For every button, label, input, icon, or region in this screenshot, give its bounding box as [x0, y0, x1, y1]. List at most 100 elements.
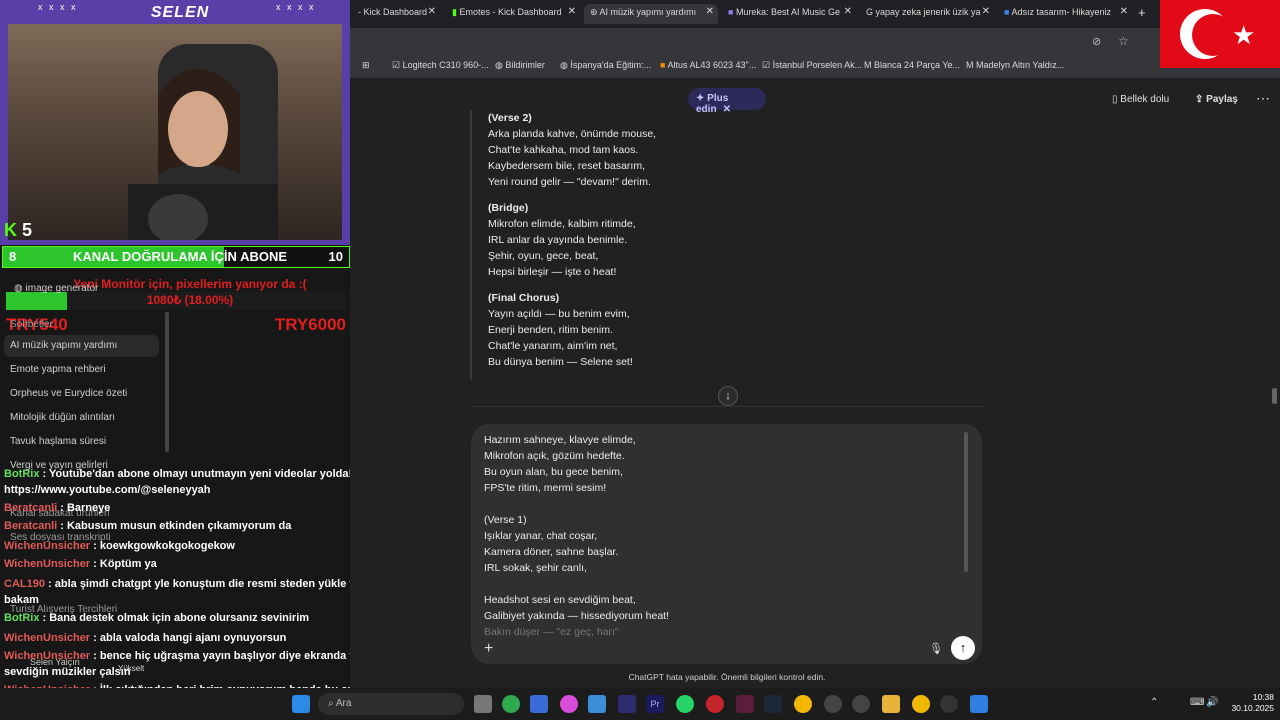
bookmark-spain[interactable]: ◍ İspanya'da Eğitim:... [560, 60, 651, 71]
close-icon[interactable]: ✕ [1120, 6, 1128, 17]
message-composer[interactable]: Hazırım sahneye, klavye elimde, Mikrofon … [471, 424, 982, 664]
flag-crescent-inner [1192, 14, 1234, 56]
chat-username[interactable]: Beratcanli [4, 520, 57, 532]
tab-emotes[interactable]: ▮ Emotes - Kick Dashboard ✕ [446, 4, 580, 24]
photos-icon[interactable] [588, 695, 606, 713]
new-tab-button[interactable]: + [1138, 5, 1146, 20]
eye-off-icon[interactable]: ⊘ [1092, 35, 1101, 48]
tab-ai-music[interactable]: ⊛ AI müzik yapımı yardımı ✕ [584, 4, 718, 24]
chat-username[interactable]: WichenUnsicher [4, 650, 90, 662]
app-dark-icon[interactable] [736, 695, 754, 713]
more-options-icon[interactable]: ⋯ [1256, 90, 1270, 107]
sidebar-section-chats: Sohbetler [10, 319, 53, 330]
star-icon[interactable]: ☆ [1118, 34, 1129, 48]
chat-username[interactable]: CAL190 [4, 578, 45, 590]
composer-line: Hazırım sahneye, klavye elimde, [484, 434, 636, 446]
chat-username[interactable]: BotRix [4, 468, 39, 480]
chat-username[interactable]: WichenUnsicher [4, 540, 90, 552]
composer-line: Kamera döner, sahne başlar. [484, 546, 619, 558]
check-icon: ☑ [392, 60, 403, 70]
share-button[interactable]: ⇪ Paylaş [1195, 94, 1238, 105]
chat-username[interactable]: WichenUnsicher [4, 632, 90, 644]
sidebar-item-ai-music[interactable]: AI müzik yapımı yardımı [4, 335, 159, 357]
donation-goal-end: TRY6000 [274, 315, 346, 334]
sidebar-scrollbar[interactable] [165, 312, 169, 452]
apps-icon[interactable]: ⊞ [362, 60, 370, 71]
chrome-profile-icon[interactable] [912, 695, 930, 713]
chat-username[interactable]: BotRix [4, 612, 39, 624]
memory-status[interactable]: ▯ Bellek dolu [1112, 94, 1169, 105]
task-view-icon[interactable] [474, 695, 492, 713]
taskbar-search[interactable]: ⌕ Ara [318, 693, 464, 715]
github-icon[interactable] [940, 695, 958, 713]
kick-viewer-count: K 5 [4, 220, 32, 241]
capture-icon[interactable] [618, 695, 636, 713]
chrome-icon[interactable] [794, 695, 812, 713]
bookmark-label: Altus AL43 6023 43"... [667, 60, 757, 70]
tab-kick-dashboard[interactable]: - Kick Dashboard ✕ [352, 4, 440, 24]
mic-icon[interactable]: 🎙 [929, 642, 943, 655]
composer-line: (Verse 1) [484, 514, 527, 526]
send-button[interactable]: ↑ [951, 636, 975, 660]
settings-icon[interactable] [852, 695, 870, 713]
chat-separator: : [39, 468, 50, 480]
windows-start-icon[interactable] [292, 695, 310, 713]
tab-canva[interactable]: ■ Adsız tasarım- Hikayeniz ✕ [998, 4, 1132, 24]
calculator-icon[interactable] [530, 695, 548, 713]
sidebar-item-mythology[interactable]: Mitolojik düğün alıntıları [4, 407, 159, 429]
plus-upgrade-pill[interactable]: ✦ Plus edin ✕ [688, 88, 766, 115]
bookmark-porselen[interactable]: ☑ İstanbul Porselen Ak... [762, 60, 862, 71]
app-icon[interactable] [560, 695, 578, 713]
attach-plus-button[interactable]: + [484, 640, 493, 658]
chat-username[interactable]: WichenUnsicher [4, 558, 90, 570]
kick-logo-icon: K [4, 220, 17, 240]
whatsapp-icon[interactable] [676, 695, 694, 713]
bookmark-logitech[interactable]: ☑ Logitech C310 960-... [392, 60, 489, 71]
bookmark-blanca[interactable]: M Blanca 24 Parça Ye... [864, 60, 960, 70]
premiere-icon[interactable]: Pr [646, 695, 664, 713]
tab-google[interactable]: G yapay zeka jenerik üzik ya ✕ [860, 4, 994, 24]
close-icon[interactable]: ✕ [982, 6, 990, 17]
chat-message: WichenUnsicher : abla valoda hangi ajanı… [4, 632, 286, 644]
m-icon: M [966, 60, 976, 70]
close-icon[interactable]: ✕ [568, 6, 576, 17]
chat-text: abla valoda hangi ajanı oynuyorsun [99, 632, 287, 644]
globe-icon: ◍ [560, 60, 571, 70]
scroll-down-button[interactable]: ↓ [718, 386, 738, 406]
bookmark-notifications[interactable]: ◍ Bildirimler [495, 60, 545, 71]
chat-separator: : [39, 612, 50, 624]
app-blue-icon[interactable] [970, 695, 988, 713]
close-icon[interactable]: ✕ [428, 6, 436, 17]
close-icon[interactable]: ✕ [844, 6, 852, 17]
globe-icon: ◍ [14, 283, 26, 294]
lyric-line: Arka planda kahve, önümde mouse, [488, 128, 657, 140]
sidebar-item-emote[interactable]: Emote yapma rehberi [4, 359, 159, 381]
close-icon[interactable]: ✕ [706, 6, 714, 17]
steam-icon[interactable] [764, 695, 782, 713]
sidebar-item-orpheus[interactable]: Orpheus ve Eurydice özeti [4, 383, 159, 405]
network-icon[interactable]: ⌨ [1190, 697, 1204, 708]
app-red-icon[interactable] [706, 695, 724, 713]
composer-scrollbar[interactable] [964, 432, 968, 572]
bookmark-label: Blanca 24 Parça Ye... [874, 60, 961, 70]
clock[interactable]: 10:38 30.10.2025 [1226, 692, 1274, 714]
chat-message: CAL190 : abla şimdi chatgpt yle konuştum… [4, 578, 398, 590]
bookmark-altus[interactable]: ■ Altus AL43 6023 43"... [660, 60, 756, 70]
tab-mureka[interactable]: ■ Mureka: Best AI Music Ge ✕ [722, 4, 856, 24]
sidebar-item-image-generator[interactable]: ◍ image generator [8, 278, 163, 300]
volume-icon[interactable]: 🔊 [1206, 697, 1218, 708]
tab-label: Mureka: Best AI Music Ge [735, 7, 840, 17]
chat-message: sevdiğin müzikler çalsın [4, 666, 131, 678]
folder-icon[interactable] [882, 695, 900, 713]
chat-separator: : [90, 650, 100, 662]
chevron-up-icon[interactable]: ⌃ [1150, 697, 1158, 708]
bookmark-madelyn[interactable]: M Madelyn Altın Yaldız... [966, 60, 1064, 70]
sidebar-item-chicken[interactable]: Tavuk haşlama süresi [4, 431, 159, 453]
windows-taskbar: ⌕ Ara Pr ⌃ ⌨ 🔊 10:38 30.10.2025 [0, 688, 1280, 720]
bookmarks-bar: ⊞ ☑ Logitech C310 960-... ◍ Bildirimler … [350, 56, 1280, 78]
lyric-section-heading: (Verse 2) [488, 112, 532, 124]
xbox-icon[interactable] [502, 695, 520, 713]
page-scrollbar[interactable] [1272, 388, 1277, 404]
chat-username[interactable]: Beratcanli [4, 502, 57, 514]
obs-icon[interactable] [824, 695, 842, 713]
